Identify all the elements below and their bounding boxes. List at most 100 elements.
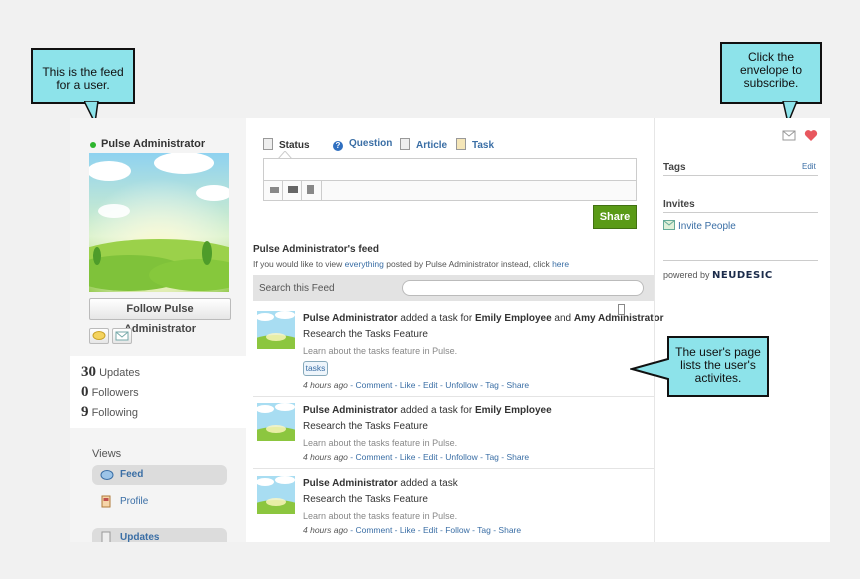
entry-actor-link[interactable]: Pulse Administrator xyxy=(303,313,398,324)
entry-verb: added a task for xyxy=(397,405,475,416)
follow-user-button[interactable]: Follow Pulse Administrator xyxy=(89,298,231,335)
entry-target-link[interactable]: Emily Employee xyxy=(475,405,552,416)
stat-updates[interactable]: 30 Updates xyxy=(81,364,140,381)
tab-question[interactable]: ? Question xyxy=(333,138,392,151)
attachment-toolbar xyxy=(263,180,637,201)
profile-avatar xyxy=(89,153,229,292)
entry-headline: Pulse Administrator added a task for Emi… xyxy=(303,313,664,324)
tab-article-label: Article xyxy=(416,140,448,151)
everything-link[interactable]: everything xyxy=(345,259,384,269)
invites-divider xyxy=(663,212,818,213)
entry-tag[interactable]: tasks xyxy=(303,361,328,376)
entry-actor-link[interactable]: Pulse Administrator xyxy=(303,478,398,489)
task-icon xyxy=(456,138,466,150)
bookmark-icon[interactable] xyxy=(618,304,625,315)
entry-timestamp: 4 hours ago xyxy=(303,525,348,535)
feed-entry: Pulse Administrator added a task for Emi… xyxy=(253,304,664,394)
profile-username[interactable]: Pulse Administrator xyxy=(101,138,205,150)
stat-following-count: 9 xyxy=(81,404,89,420)
feed-subtitle-text-2: posted by Pulse Administrator instead, c… xyxy=(383,259,553,269)
search-input[interactable] xyxy=(402,280,644,296)
entry-task-title[interactable]: Research the Tasks Feature xyxy=(303,494,428,505)
invite-people-label: Invite People xyxy=(678,221,736,232)
entry-timestamp: 4 hours ago xyxy=(303,380,348,390)
entry-conj: and xyxy=(551,313,574,324)
profile-sidebar: Pulse Administrator Follow Pulse Adminis… xyxy=(70,118,246,542)
heart-icon[interactable] xyxy=(804,129,818,142)
video-icon[interactable] xyxy=(270,187,279,193)
right-sidebar: Tags Edit Invites Invite People powered … xyxy=(654,118,830,542)
stat-following[interactable]: 9 Following xyxy=(81,404,138,421)
feed-column: Status ? Question Article Task Share Puls… xyxy=(246,118,664,542)
entry-actions: 4 hours ago - Comment - Like - Edit - Un… xyxy=(303,380,529,390)
entry-timestamp: 4 hours ago xyxy=(303,452,348,462)
tags-edit-link[interactable]: Edit xyxy=(802,162,816,171)
entry-task-title[interactable]: Research the Tasks Feature xyxy=(303,329,428,340)
search-label: Search this Feed xyxy=(259,283,335,294)
feed-subtitle-text: If you would like to view xyxy=(253,259,345,269)
powered-by-text: powered by xyxy=(663,270,710,280)
entry-avatar xyxy=(257,311,295,349)
tab-task[interactable]: Task xyxy=(456,138,494,151)
feed-icon xyxy=(100,470,114,480)
view-feed-label: Feed xyxy=(120,469,144,480)
entry-headline: Pulse Administrator added a task for Emi… xyxy=(303,405,552,416)
invites-heading: Invites xyxy=(663,199,695,210)
tab-status-label: Status xyxy=(279,140,310,151)
entry-action-links[interactable]: - Comment - Like - Edit - Follow - Tag -… xyxy=(348,525,521,535)
chat-button[interactable] xyxy=(89,328,109,344)
message-button[interactable] xyxy=(112,328,132,344)
view-updates-label: Updates xyxy=(120,532,160,542)
entry-target-link[interactable]: Emily Employee xyxy=(475,313,552,324)
view-updates[interactable]: Updates xyxy=(92,528,227,542)
entry-headline: Pulse Administrator added a task xyxy=(303,478,458,489)
powered-divider xyxy=(663,260,818,261)
stat-updates-label: Updates xyxy=(99,367,141,379)
view-profile[interactable]: Profile xyxy=(92,492,227,512)
here-link[interactable]: here xyxy=(552,259,569,269)
chat-bubble-icon xyxy=(92,331,106,340)
status-icon xyxy=(263,138,273,150)
view-feed[interactable]: Feed xyxy=(92,465,227,485)
feed-entry: Pulse Administrator added a task for Emi… xyxy=(253,400,654,466)
feed-title: Pulse Administrator's feed xyxy=(253,244,379,255)
entry-description: Learn about the tasks feature in Pulse. xyxy=(303,438,458,448)
callout-subscribe-text: Click the envelope to subscribe. xyxy=(739,50,803,90)
subscribe-envelope-icon[interactable] xyxy=(782,130,796,141)
tab-question-label: Question xyxy=(349,138,393,149)
entry-task-title[interactable]: Research the Tasks Feature xyxy=(303,421,428,432)
envelope-icon xyxy=(115,331,129,341)
article-icon xyxy=(400,138,410,150)
entry-action-links[interactable]: - Comment - Like - Edit - Unfollow - Tag… xyxy=(348,452,529,462)
feed-entry: Pulse Administrator added a task Researc… xyxy=(253,473,654,539)
entry-avatar xyxy=(257,403,295,441)
callout-feed-note: This is the feed for a user. xyxy=(31,48,135,104)
feed-search-bar: Search this Feed xyxy=(253,275,654,301)
tab-article[interactable]: Article xyxy=(400,138,447,151)
pulse-app-window: Pulse Administrator Follow Pulse Adminis… xyxy=(70,118,830,542)
stat-updates-count: 30 xyxy=(81,364,96,380)
tags-divider xyxy=(663,175,818,176)
feed-subtitle: If you would like to view everything pos… xyxy=(253,259,569,269)
entry-action-links[interactable]: - Comment - Like - Edit - Unfollow - Tag… xyxy=(348,380,529,390)
updates-icon xyxy=(101,531,111,542)
entry-divider xyxy=(253,396,654,397)
tab-task-label: Task xyxy=(472,140,495,151)
entry-verb: added a task for xyxy=(397,313,475,324)
share-button[interactable]: Share xyxy=(593,205,637,229)
neudesic-logo: NEUDESIC xyxy=(712,270,773,281)
tab-status[interactable]: Status xyxy=(263,138,310,151)
file-icon[interactable] xyxy=(307,185,314,194)
entry-description: Learn about the tasks feature in Pulse. xyxy=(303,511,458,521)
stat-following-label: Following xyxy=(91,407,139,419)
question-icon: ? xyxy=(333,141,343,151)
entry-actor-link[interactable]: Pulse Administrator xyxy=(303,405,398,416)
entry-description: Learn about the tasks feature in Pulse. xyxy=(303,346,458,356)
stat-followers[interactable]: 0 Followers xyxy=(81,384,139,401)
view-profile-label: Profile xyxy=(120,496,149,507)
image-icon[interactable] xyxy=(288,186,298,193)
callout-subscribe-note: Click the envelope to subscribe. xyxy=(720,42,822,104)
entry-actions: 4 hours ago - Comment - Like - Edit - Fo… xyxy=(303,525,521,535)
callout-activity-text: The user's page lists the user's activit… xyxy=(675,345,761,385)
invite-people-link[interactable]: Invite People xyxy=(663,220,736,232)
